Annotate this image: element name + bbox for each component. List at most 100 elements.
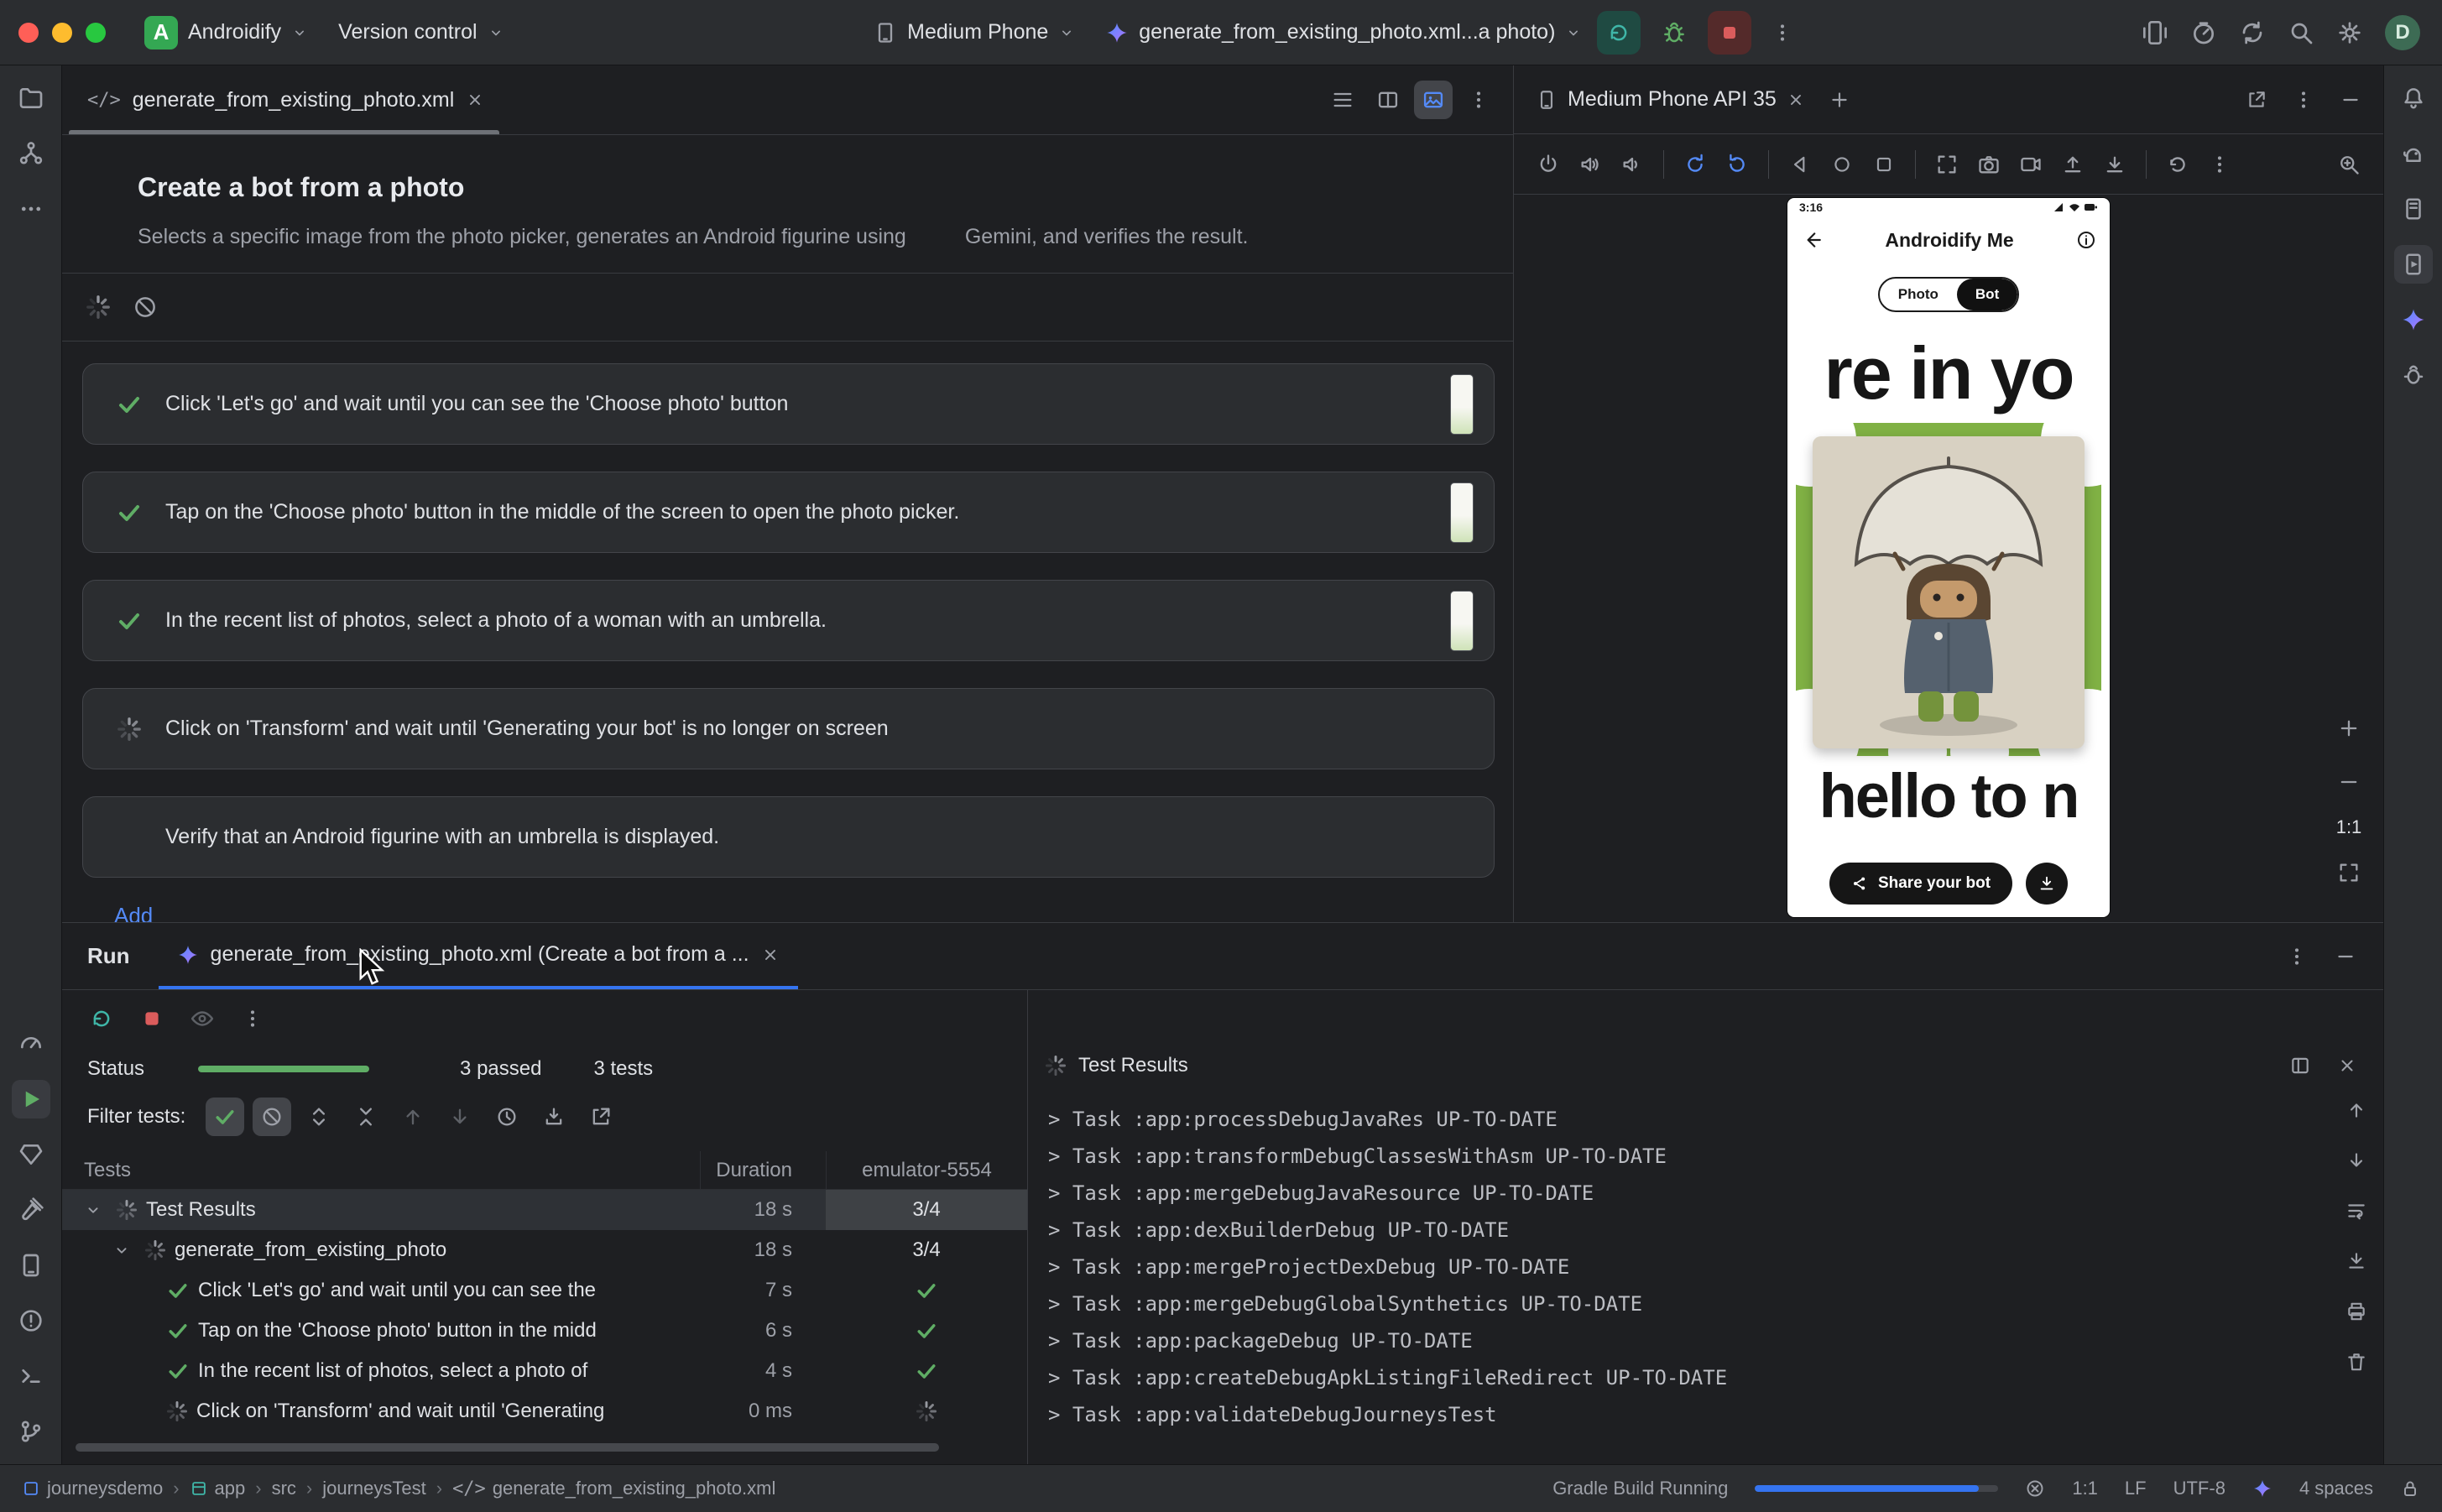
step-screenshot-thumbnail[interactable] bbox=[1450, 591, 1474, 651]
test-row[interactable]: Click on 'Transform' and wait until 'Gen… bbox=[62, 1391, 1027, 1431]
editor-more-button[interactable] bbox=[1459, 81, 1498, 119]
breadcrumb-item[interactable]: src bbox=[272, 1478, 296, 1499]
test-history-button[interactable] bbox=[488, 1098, 526, 1136]
more-tool-windows-button[interactable] bbox=[12, 190, 50, 228]
run-journey-button[interactable] bbox=[1597, 11, 1641, 55]
android-home-button[interactable] bbox=[1823, 145, 1861, 184]
gemini-sparkle-icon[interactable] bbox=[2252, 1478, 2272, 1499]
run-tool-button[interactable] bbox=[12, 1080, 50, 1118]
test-row[interactable]: generate_from_existing_photo 18 s 3/4 bbox=[62, 1230, 1027, 1270]
download-bot-button[interactable] bbox=[2026, 863, 2068, 905]
editor-split-view-button[interactable] bbox=[1369, 81, 1407, 119]
zoom-in-button[interactable] bbox=[2330, 709, 2368, 748]
journey-step[interactable]: Click on 'Transform' and wait until 'Gen… bbox=[82, 688, 1495, 769]
open-in-window-button[interactable] bbox=[2237, 81, 2276, 119]
zoom-mode-button[interactable] bbox=[2330, 145, 2368, 184]
project-selector[interactable]: A Androidify bbox=[129, 9, 323, 56]
window-close-button[interactable] bbox=[18, 23, 39, 43]
test-row[interactable]: In the recent list of photos, select a p… bbox=[62, 1351, 1027, 1391]
version-control-tool-button[interactable] bbox=[12, 1412, 50, 1451]
tests-column-header[interactable]: Tests bbox=[62, 1159, 700, 1182]
line-separator[interactable]: LF bbox=[2125, 1478, 2147, 1499]
app-quality-insights-tool-button[interactable] bbox=[2394, 356, 2433, 394]
android-overview-button[interactable] bbox=[1865, 145, 1903, 184]
console-close-button[interactable] bbox=[2328, 1046, 2366, 1085]
import-results-button[interactable] bbox=[535, 1098, 573, 1136]
print-button[interactable] bbox=[2337, 1292, 2376, 1331]
journey-step[interactable]: Verify that an Android figurine with an … bbox=[82, 796, 1495, 878]
export-results-button[interactable] bbox=[582, 1098, 620, 1136]
save-file-button[interactable] bbox=[2095, 145, 2134, 184]
screenshot-button[interactable] bbox=[1970, 145, 2008, 184]
breadcrumb-item[interactable]: app bbox=[190, 1478, 246, 1499]
phone-back-icon[interactable] bbox=[1801, 229, 1823, 251]
stop-button[interactable] bbox=[1708, 11, 1751, 55]
search-icon[interactable] bbox=[2288, 19, 2314, 46]
editor-preview-view-button[interactable] bbox=[1414, 81, 1453, 119]
caret-position[interactable]: 1:1 bbox=[2072, 1478, 2098, 1499]
push-file-button[interactable] bbox=[2053, 145, 2092, 184]
file-encoding[interactable]: UTF-8 bbox=[2173, 1478, 2225, 1499]
running-devices-tool-button[interactable] bbox=[2394, 245, 2433, 284]
power-button[interactable] bbox=[1529, 145, 1568, 184]
new-device-tab-button[interactable] bbox=[1820, 81, 1859, 119]
device-selector[interactable]: Medium Phone bbox=[858, 9, 1090, 56]
device-toolbar-more-button[interactable] bbox=[2200, 145, 2239, 184]
test-row[interactable]: Tap on the 'Choose photo' button in the … bbox=[62, 1311, 1027, 1351]
test-row[interactable]: Test Results 18 s 3/4 bbox=[62, 1190, 1027, 1230]
emulator-screen[interactable]: 3:16 Androidify Me Photo bbox=[1787, 198, 2110, 917]
device-explorer-tool-button[interactable] bbox=[12, 1246, 50, 1285]
add-step-button[interactable]: Add bbox=[114, 903, 153, 922]
zoom-level-label[interactable]: 1:1 bbox=[2336, 816, 2362, 838]
run-configuration-selector[interactable]: generate_from_existing_photo.xml...a pho… bbox=[1090, 9, 1597, 56]
build-tool-button[interactable] bbox=[12, 1191, 50, 1229]
chevron-down-icon[interactable] bbox=[79, 1201, 107, 1219]
problems-tool-button[interactable] bbox=[12, 1301, 50, 1340]
gemini-tool-button[interactable] bbox=[2394, 300, 2433, 339]
window-zoom-button[interactable] bbox=[86, 23, 106, 43]
zoom-out-button[interactable] bbox=[2330, 763, 2368, 801]
scroll-to-end-button[interactable] bbox=[2337, 1242, 2376, 1280]
rotate-right-button[interactable] bbox=[1718, 145, 1756, 184]
close-icon[interactable] bbox=[1787, 91, 1805, 109]
journey-step[interactable]: Tap on the 'Choose photo' button in the … bbox=[82, 472, 1495, 553]
indent-setting[interactable]: 4 spaces bbox=[2299, 1478, 2373, 1499]
close-icon[interactable] bbox=[466, 91, 484, 109]
step-screenshot-thumbnail[interactable] bbox=[1450, 374, 1474, 435]
editor-list-view-button[interactable] bbox=[1323, 81, 1362, 119]
collapse-all-button[interactable] bbox=[347, 1098, 385, 1136]
test-row[interactable]: Click 'Let's go' and wait until you can … bbox=[62, 1270, 1027, 1311]
debug-button[interactable] bbox=[1652, 11, 1696, 55]
terminal-tool-button[interactable] bbox=[12, 1357, 50, 1395]
profiler-tool-button[interactable] bbox=[12, 1025, 50, 1063]
breadcrumb-item[interactable]: </>generate_from_existing_photo.xml bbox=[452, 1478, 775, 1499]
app-inspection-tool-button[interactable] bbox=[12, 1135, 50, 1174]
avatar[interactable]: D bbox=[2385, 15, 2420, 50]
gradle-tool-button[interactable] bbox=[2394, 134, 2433, 173]
previous-failed-button[interactable] bbox=[394, 1098, 432, 1136]
notifications-tool-button[interactable] bbox=[2394, 79, 2433, 117]
soft-wrap-button[interactable] bbox=[2337, 1191, 2376, 1230]
show-skipped-toggle[interactable] bbox=[253, 1098, 291, 1136]
breadcrumb-item[interactable]: journeysdemo bbox=[22, 1478, 163, 1499]
stop-tests-button[interactable] bbox=[133, 999, 171, 1038]
close-icon[interactable] bbox=[761, 946, 780, 964]
restore-button[interactable] bbox=[2158, 145, 2197, 184]
horizontal-scrollbar[interactable] bbox=[76, 1443, 1014, 1452]
console-layout-button[interactable] bbox=[2281, 1046, 2319, 1085]
window-minimize-button[interactable] bbox=[52, 23, 72, 43]
cancel-build-icon[interactable] bbox=[2025, 1478, 2045, 1499]
more-actions-button[interactable] bbox=[1763, 13, 1802, 52]
bot-toggle[interactable]: Bot bbox=[1957, 279, 2017, 310]
expand-all-button[interactable] bbox=[300, 1098, 338, 1136]
editor-tab[interactable]: </> generate_from_existing_photo.xml bbox=[62, 65, 506, 134]
fit-to-window-button[interactable] bbox=[2330, 853, 2368, 892]
sync-icon[interactable] bbox=[2239, 19, 2266, 46]
step-screenshot-thumbnail[interactable] bbox=[1450, 482, 1474, 543]
breadcrumb-item[interactable]: journeysTest bbox=[322, 1478, 426, 1499]
device-column-header[interactable]: emulator-5554 bbox=[826, 1151, 1027, 1189]
profiler-icon[interactable] bbox=[2190, 19, 2217, 46]
android-back-button[interactable] bbox=[1781, 145, 1819, 184]
rerun-tests-button[interactable] bbox=[82, 999, 121, 1038]
chevron-down-icon[interactable] bbox=[107, 1241, 136, 1259]
